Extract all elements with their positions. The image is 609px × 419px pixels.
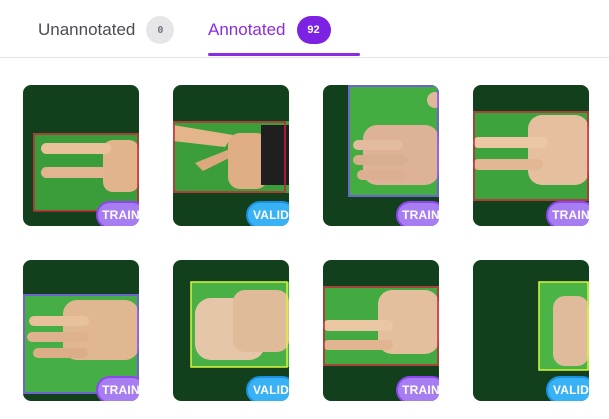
split-badge-valid: VALID [246, 201, 289, 226]
split-badge-valid: VALID [546, 376, 589, 401]
tab-unannotated-label: Unannotated [38, 20, 136, 39]
split-badge-train: TRAIN [96, 376, 139, 401]
split-badge-train: TRAIN [396, 201, 439, 226]
tab-bar: Unannotated 0 Annotated 92 [0, 0, 609, 58]
split-badge-valid: VALID [246, 376, 289, 401]
image-grid: TRAIN VALID TRAIN TRAIN TRAIN VALID TRAI… [0, 58, 609, 419]
image-card[interactable]: TRAIN [323, 260, 439, 401]
image-card[interactable]: TRAIN [23, 260, 139, 401]
tab-annotated-label: Annotated [208, 20, 286, 39]
tab-unannotated[interactable]: Unannotated 0 [38, 13, 175, 47]
tab-annotated[interactable]: Annotated 92 [208, 13, 331, 47]
active-tab-indicator [208, 53, 360, 56]
split-badge-train: TRAIN [396, 376, 439, 401]
image-card[interactable]: VALID [473, 260, 589, 401]
unannotated-count-badge: 0 [146, 16, 175, 44]
image-card[interactable]: VALID [173, 260, 289, 401]
image-card[interactable]: TRAIN [473, 85, 589, 226]
image-card[interactable]: TRAIN [23, 85, 139, 226]
split-badge-train: TRAIN [546, 201, 589, 226]
split-badge-train: TRAIN [96, 201, 139, 226]
image-card[interactable]: TRAIN [323, 85, 439, 226]
image-card[interactable]: VALID [173, 85, 289, 226]
annotated-count-badge: 92 [296, 16, 331, 44]
